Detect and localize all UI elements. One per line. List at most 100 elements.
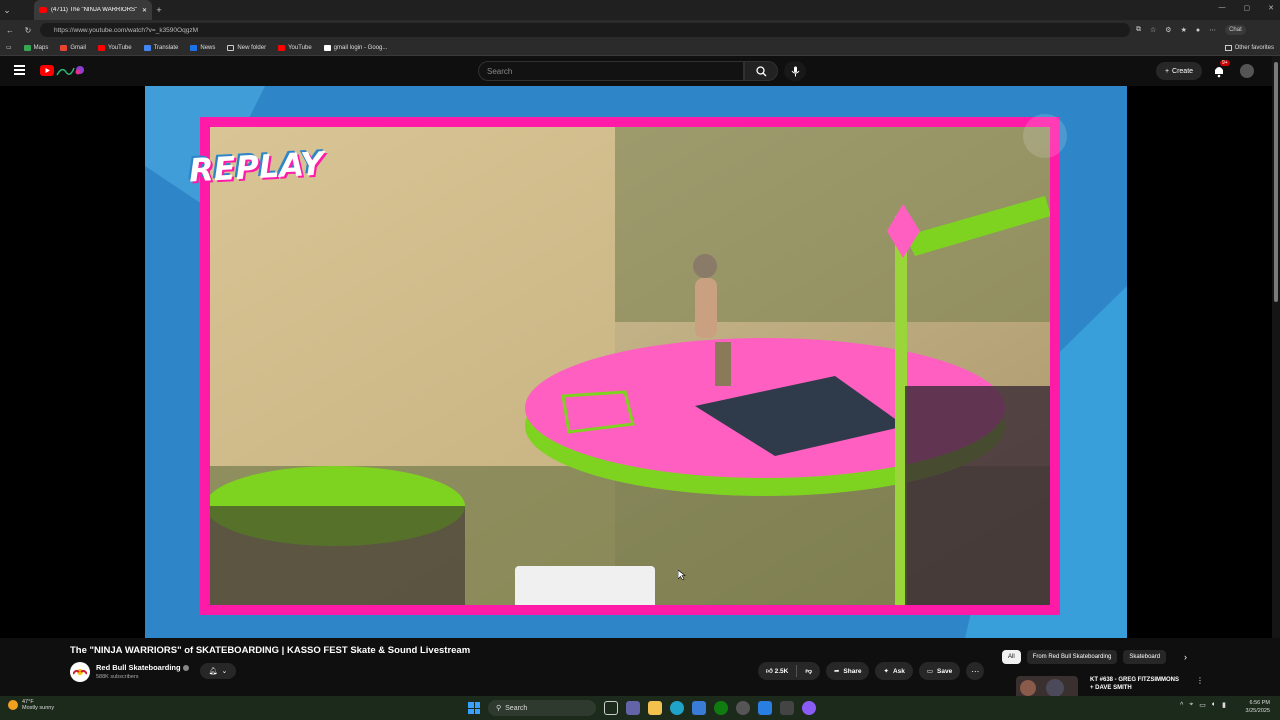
channel-avatar[interactable] [70,662,90,682]
bookmark-gmail-login[interactable]: gmail login - Goog... [323,44,387,51]
video-frame[interactable]: REPLAY [145,86,1127,638]
page-scrollbar-thumb[interactable] [1274,62,1278,302]
chip-all[interactable]: All [1002,650,1021,664]
red-bull-logo-icon [73,669,87,675]
video-player[interactable]: REPLAY [0,86,1280,638]
tab-close-icon[interactable]: ✕ [142,7,147,14]
app-available-icon[interactable]: ⧉ [1136,26,1141,34]
thumbs-down-icon: 👎︎ [805,668,812,675]
create-button[interactable]: + Create [1156,62,1202,80]
store-icon[interactable] [692,701,706,715]
settings-icon[interactable] [758,701,772,715]
folder-icon [1224,44,1232,51]
ask-button[interactable]: ✦ Ask [875,662,913,680]
microphone-icon [791,66,799,76]
recommended-video-title[interactable]: KT #638 - GREG FITZSIMMONS + DAVE SMITH [1090,676,1190,692]
network-icon[interactable]: ▭ [1199,701,1206,709]
browser-tab[interactable]: (4711) The "NINJA WARRIORS" of SKATEBOAR… [34,0,152,20]
bookmarks-bar: ▭ Maps Gmail YouTube Translate News New … [0,40,1280,56]
notification-badge: 9+ [1220,60,1230,66]
notifications-bell-icon[interactable] [1212,64,1226,78]
bookmark-maps[interactable]: Maps [23,44,48,51]
chevron-down-icon: ⌄ [221,668,228,675]
google-icon [323,44,331,51]
search-input[interactable]: Search [478,61,744,81]
taskbar-apps [604,701,816,715]
browser-tab-bar: ⌄ (4711) The "NINJA WARRIORS" of SKATEBO… [0,0,1280,20]
menu-dots-icon[interactable]: ⋯ [1209,26,1216,34]
verified-icon [182,664,189,671]
bookmarks-folder-icon[interactable]: ▭ [6,44,12,51]
copilot-chat-button[interactable]: Chat [1225,25,1246,35]
app-icon[interactable] [736,701,750,715]
teams-icon[interactable] [626,701,640,715]
edge-browser-icon[interactable] [670,701,684,715]
address-bar-row: ← ↻ https://www.youtube.com/watch?v=_k35… [0,20,1280,40]
more-actions-button[interactable]: ⋯ [966,662,985,680]
xbox-icon[interactable] [714,701,728,715]
close-window-icon[interactable]: ✕ [1268,4,1274,12]
bookmark-news[interactable]: News [190,44,215,51]
youtube-icon [278,44,286,51]
share-button[interactable]: ➦ Share [825,662,870,680]
sparkle-icon: ✦ [883,668,889,675]
like-button[interactable]: 👍︎ 2.5K [766,667,788,675]
profile-icon[interactable]: ● [1196,27,1200,34]
weather-widget[interactable]: 47°F Mostly sunny [8,699,54,711]
minimize-icon[interactable]: — [1219,4,1226,12]
recommendation-chips: All From Red Bull Skateboarding Skateboa… [1002,650,1167,664]
hamburger-menu-icon[interactable] [14,65,25,75]
folder-icon [227,44,235,51]
tray-expand-icon[interactable]: ^ [1180,702,1183,709]
channel-name[interactable]: Red Bull Skateboarding [96,663,189,672]
maps-icon [23,44,31,51]
battery-icon[interactable]: ▮ [1222,701,1226,709]
bookmark-youtube[interactable]: YouTube [98,44,132,51]
chips-next-arrow-icon[interactable]: › [1184,652,1187,662]
refresh-icon[interactable]: ↻ [22,26,34,35]
system-tray: ^ ⌖ ▭ 🔈︎ ▮ [1180,701,1226,709]
dislike-button[interactable]: 👎︎ [805,667,812,675]
windows-taskbar: 47°F Mostly sunny ⚲ Search ^ ⌖ ▭ 🔈︎ ▮ 6:5… [0,696,1280,720]
replay-overlay-text: REPLAY [188,144,325,190]
subscriber-count: 588K subscribers [96,674,139,680]
url-field[interactable]: https://www.youtube.com/watch?v=_k3590Oq… [40,23,1130,37]
voice-search-button[interactable] [784,61,806,81]
mouse-cursor-icon [678,570,686,580]
bookmark-youtube-2[interactable]: YouTube [278,44,312,51]
youtube-logo-icon[interactable] [40,64,86,78]
back-icon[interactable]: ← [4,26,16,35]
chip-from-channel[interactable]: From Red Bull Skateboarding [1026,650,1118,664]
tab-list-icon[interactable]: ⌄ [0,5,14,16]
messenger-icon[interactable] [802,701,816,715]
maximize-icon[interactable]: ▢ [1244,4,1251,12]
file-explorer-icon[interactable] [648,701,662,715]
task-view-icon[interactable] [604,701,618,715]
search-button[interactable] [744,61,778,81]
favorites-icon[interactable]: ★ [1181,26,1187,34]
sticky-notes-icon[interactable] [780,701,794,715]
video-title: The "NINJA WARRIORS" of SKATEBOARDING | … [70,645,471,656]
account-avatar[interactable] [1240,64,1254,78]
bookmark-gmail[interactable]: Gmail [60,44,86,51]
recommended-more-icon[interactable]: ⋮ [1196,676,1204,685]
save-button[interactable]: ▭ Save [918,662,961,680]
bookmark-new-folder[interactable]: New folder [227,44,266,51]
extensions-icon[interactable]: ⚙ [1165,26,1171,34]
chip-skateboard[interactable]: Skateboard [1123,650,1167,664]
volume-icon[interactable]: 🔈︎ [1212,701,1216,709]
sun-icon [8,700,18,710]
recommended-thumbnail[interactable] [1016,676,1078,696]
bookmark-translate[interactable]: Translate [143,44,178,51]
taskbar-search[interactable]: ⚲ Search [488,700,596,716]
subscription-bell-button[interactable]: 🔔︎ ⌄ [200,663,236,679]
favorite-star-icon[interactable]: ☆ [1150,26,1156,34]
windows-start-icon[interactable] [468,702,480,714]
new-tab-icon[interactable]: + [152,5,166,15]
youtube-header: Search + Create 9+ [0,56,1280,86]
other-favorites[interactable]: Other favorites [1224,44,1274,51]
tab-title: (4711) The "NINJA WARRIORS" of SKATEBOAR… [51,7,138,13]
location-icon[interactable]: ⌖ [1189,701,1193,709]
taskbar-clock[interactable]: 6:56 PM 3/25/2025 [1246,699,1270,715]
translate-icon [143,44,151,51]
